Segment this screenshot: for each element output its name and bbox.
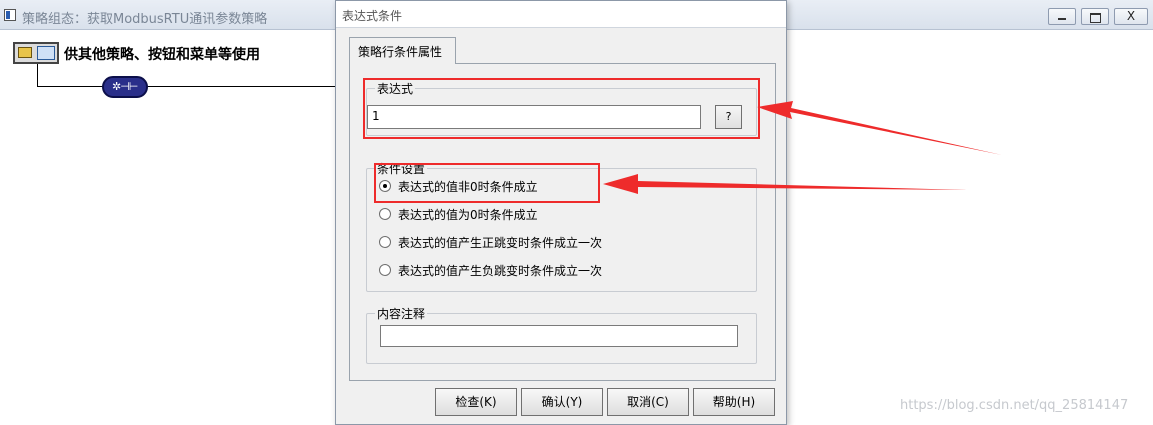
annotation-box-expression <box>363 78 760 139</box>
tab-label: 策略行条件属性 <box>358 45 443 59</box>
minimize-button[interactable] <box>1048 8 1076 25</box>
app-icon <box>4 9 16 21</box>
maximize-button[interactable] <box>1081 8 1109 25</box>
radio-label: 表达式的值产生负跳变时条件成立一次 <box>398 264 603 278</box>
tree-icon <box>37 46 55 60</box>
condition-node-icon[interactable]: ✲⊣⊢ <box>102 76 148 98</box>
watermark-text: https://blog.csdn.net/qq_25814147 <box>900 398 1129 413</box>
radio-label: 表达式的值为0时条件成立 <box>398 208 538 222</box>
strategy-label: 供其他策略、按钮和菜单等使用 <box>64 47 260 63</box>
comment-group-label: 内容注释 <box>377 307 426 321</box>
folder-icon <box>18 47 32 58</box>
close-icon: X <box>1126 9 1136 23</box>
help-button[interactable]: 帮助(H) <box>693 388 775 416</box>
tab-strategy-row-condition[interactable]: 策略行条件属性 <box>349 37 456 64</box>
condition-node-glyph: ✲⊣⊢ <box>112 80 138 93</box>
dialog-title: 表达式条件 <box>342 9 403 23</box>
annotation-box-condition <box>374 163 600 203</box>
close-button[interactable]: X <box>1114 8 1148 25</box>
strategy-connector <box>37 64 38 87</box>
radio-button[interactable] <box>379 208 391 220</box>
radio-button[interactable] <box>379 236 391 248</box>
comment-input[interactable] <box>380 325 738 347</box>
check-button[interactable]: 检查(K) <box>435 388 517 416</box>
dialog-titlebar[interactable]: 表达式条件 <box>336 1 786 28</box>
expression-condition-dialog: 表达式条件 策略行条件属性 表达式 条件设置 内容注释 1 ? 表达式的值非0时… <box>335 0 787 425</box>
strategy-row-line <box>37 86 342 87</box>
strategy-block-icon[interactable] <box>13 42 59 64</box>
radio-label: 表达式的值产生正跳变时条件成立一次 <box>398 236 603 250</box>
window-title: 策略组态：获取ModbusRTU通讯参数策略 <box>22 12 268 27</box>
confirm-button[interactable]: 确认(Y) <box>521 388 603 416</box>
radio-button[interactable] <box>379 264 391 276</box>
cancel-button[interactable]: 取消(C) <box>607 388 689 416</box>
